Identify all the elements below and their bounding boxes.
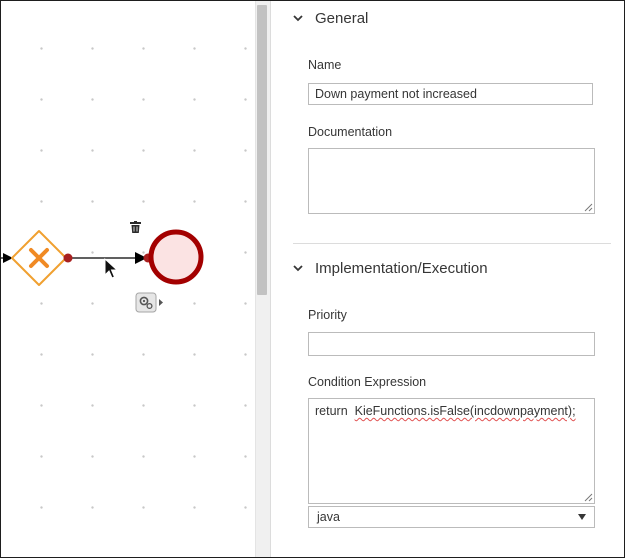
name-label: Name bbox=[308, 58, 342, 72]
dropdown-caret-icon bbox=[578, 514, 586, 520]
resize-grip-icon[interactable] bbox=[584, 493, 593, 502]
section-divider bbox=[293, 243, 611, 244]
documentation-textarea[interactable] bbox=[308, 148, 595, 214]
resize-grip-icon[interactable] bbox=[584, 203, 593, 212]
toolbox-expand-arrow[interactable] bbox=[159, 299, 163, 306]
exclusive-gateway[interactable] bbox=[11, 230, 67, 286]
language-select-value: java bbox=[317, 510, 340, 524]
diagram-svg bbox=[1, 221, 204, 313]
section-title-general: General bbox=[315, 9, 369, 27]
section-header-general[interactable]: General bbox=[291, 6, 368, 30]
priority-input[interactable] bbox=[308, 332, 595, 356]
code-keyword: return bbox=[315, 404, 348, 418]
chevron-down-icon bbox=[293, 15, 303, 22]
language-select[interactable]: java bbox=[308, 506, 595, 528]
documentation-label: Documentation bbox=[308, 125, 393, 139]
priority-label: Priority bbox=[308, 308, 347, 322]
mouse-cursor-icon bbox=[104, 257, 119, 279]
condition-expression-label: Condition Expression bbox=[308, 375, 427, 389]
chevron-down-icon bbox=[293, 265, 303, 272]
canvas-scrollbar-thumb[interactable] bbox=[257, 5, 267, 295]
trash-icon[interactable] bbox=[130, 221, 141, 233]
section-title-implementation: Implementation/Execution bbox=[315, 259, 488, 277]
name-input[interactable]: Down payment not increased bbox=[308, 83, 593, 105]
properties-panel: General Name Down payment not increased … bbox=[271, 1, 624, 557]
connector-start-handle[interactable] bbox=[63, 253, 73, 263]
gears-icon[interactable] bbox=[135, 292, 163, 313]
section-header-implementation[interactable]: Implementation/Execution bbox=[291, 256, 488, 280]
diagram-canvas[interactable] bbox=[1, 1, 255, 557]
code-expression: KieFunctions.isFalse(incdownpayment); bbox=[354, 404, 576, 418]
condition-expression-editor[interactable]: return KieFunctions.isFalse(incdownpayme… bbox=[308, 398, 595, 504]
end-event[interactable] bbox=[148, 229, 204, 285]
